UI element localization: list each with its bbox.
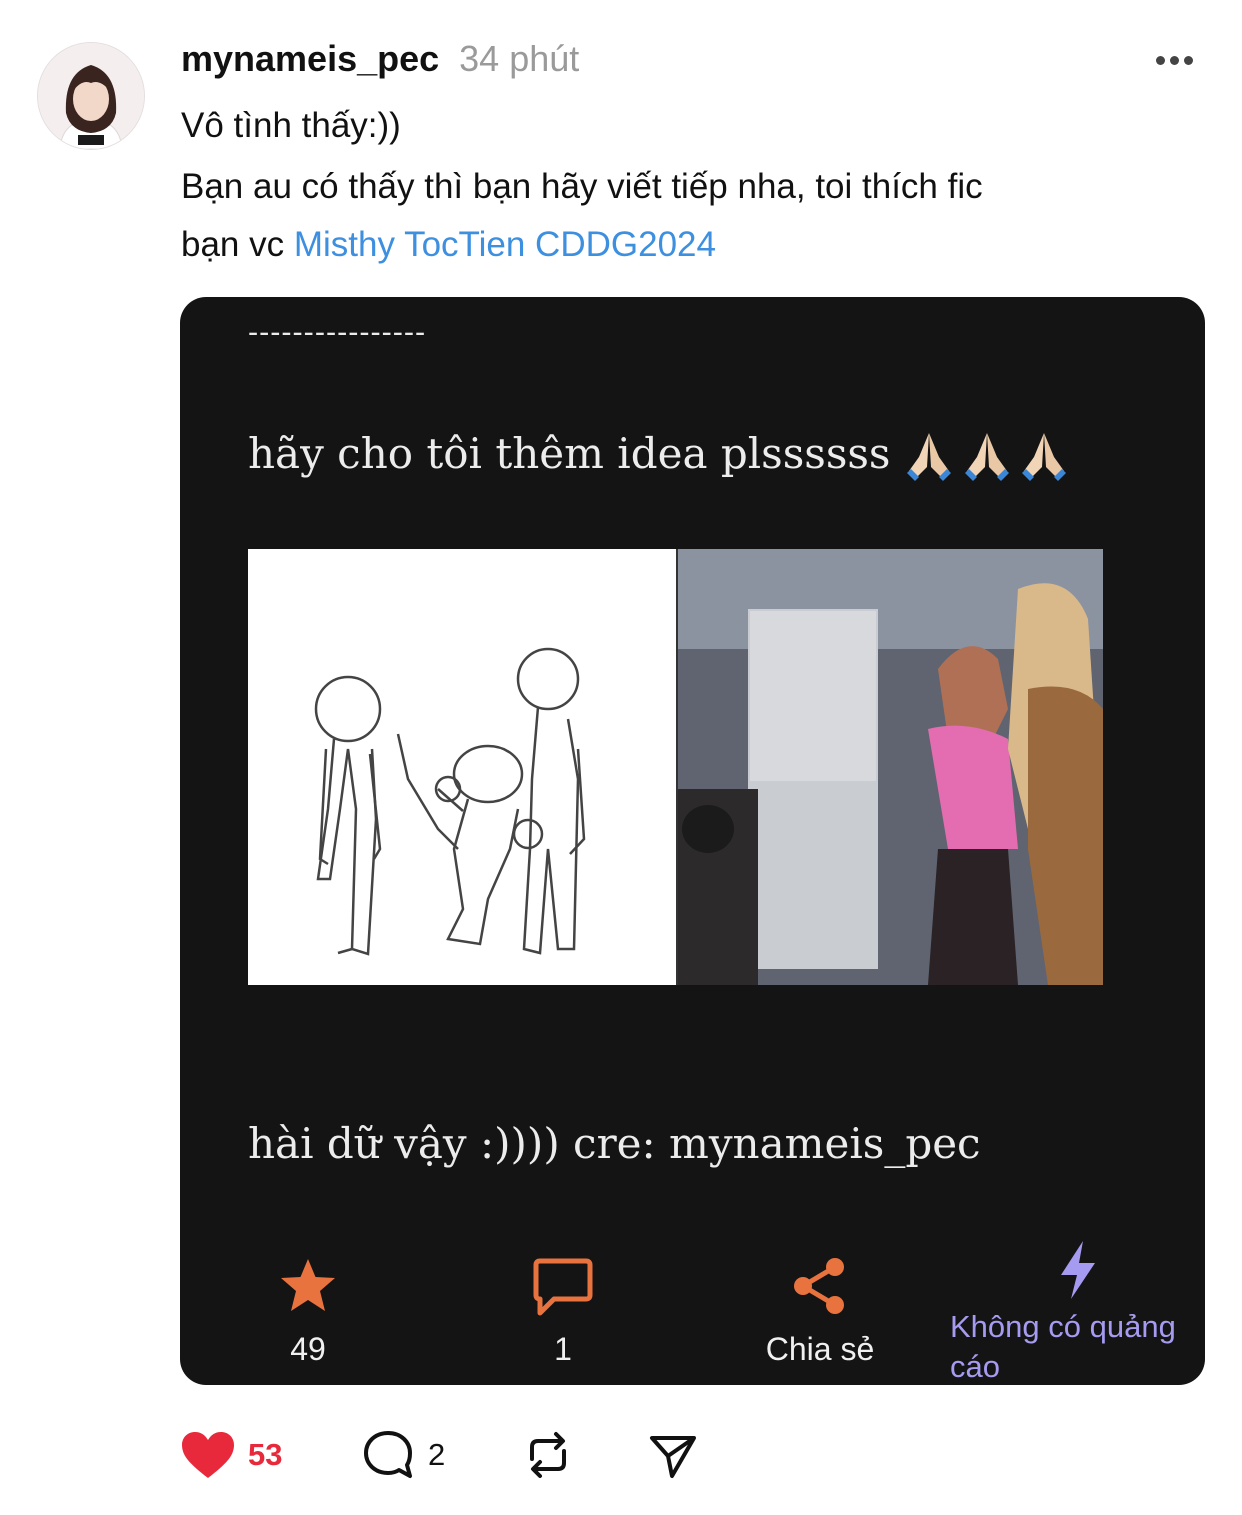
heart-icon	[182, 1432, 234, 1478]
star-count: 49	[290, 1331, 326, 1367]
post-timestamp: 34 phút	[459, 38, 580, 79]
embedded-screenshot[interactable]: ---------------- hãy cho tôi thêm idea p…	[180, 297, 1205, 1385]
post-text-prefix: bạn vc	[181, 225, 285, 264]
embedded-caption-2: hài dữ vậy :)))) cre: mynameis_pec	[248, 1119, 981, 1168]
share-icon	[794, 1258, 844, 1314]
praying-hands-icon	[965, 433, 1009, 481]
praying-hands-icon	[1022, 433, 1066, 481]
no-ads-label[interactable]: Không có quảng cáo	[950, 1307, 1205, 1385]
comment-count: 1	[554, 1331, 572, 1367]
comment-bubble-icon	[533, 1258, 593, 1316]
send-button[interactable]	[648, 1425, 698, 1485]
post-text-line-2: Bạn au có thấy thì bạn hãy viết tiếp nha…	[181, 167, 983, 206]
hashtag-links[interactable]: Misthy TocTien CDDG2024	[294, 225, 716, 264]
share-label: Chia sẻ	[765, 1331, 875, 1367]
reply-bubble-icon	[364, 1431, 412, 1478]
star-icon	[281, 1259, 335, 1311]
repost-button[interactable]	[522, 1425, 574, 1485]
praying-hands-icon	[907, 433, 951, 481]
reply-button[interactable]: 2	[362, 1425, 445, 1485]
post-text-line-1: Vô tình thấy:))	[181, 106, 401, 145]
post-header: mynameis_pec 34 phút	[181, 38, 579, 82]
username[interactable]: mynameis_pec	[181, 38, 439, 80]
share-button[interactable]: Chia sẻ	[750, 1255, 890, 1368]
reply-count: 2	[428, 1437, 446, 1472]
send-icon	[650, 1436, 696, 1478]
lightning-icon	[1061, 1241, 1095, 1299]
comment-button[interactable]: 1	[532, 1255, 594, 1368]
star-button[interactable]: 49	[278, 1255, 338, 1368]
more-options-icon[interactable]	[1150, 40, 1198, 80]
repost-icon	[530, 1432, 566, 1478]
avatar-image	[38, 43, 144, 149]
separator-dashes: ----------------	[248, 315, 427, 350]
embedded-caption-1: hãy cho tôi thêm idea plssssss	[248, 429, 891, 478]
post-text-line-3: bạn vc Misthy TocTien CDDG2024	[181, 216, 716, 274]
like-count: 53	[248, 1437, 283, 1472]
like-button[interactable]: 53	[180, 1425, 282, 1485]
meme-collage-image	[248, 549, 1103, 985]
avatar[interactable]	[37, 42, 145, 150]
